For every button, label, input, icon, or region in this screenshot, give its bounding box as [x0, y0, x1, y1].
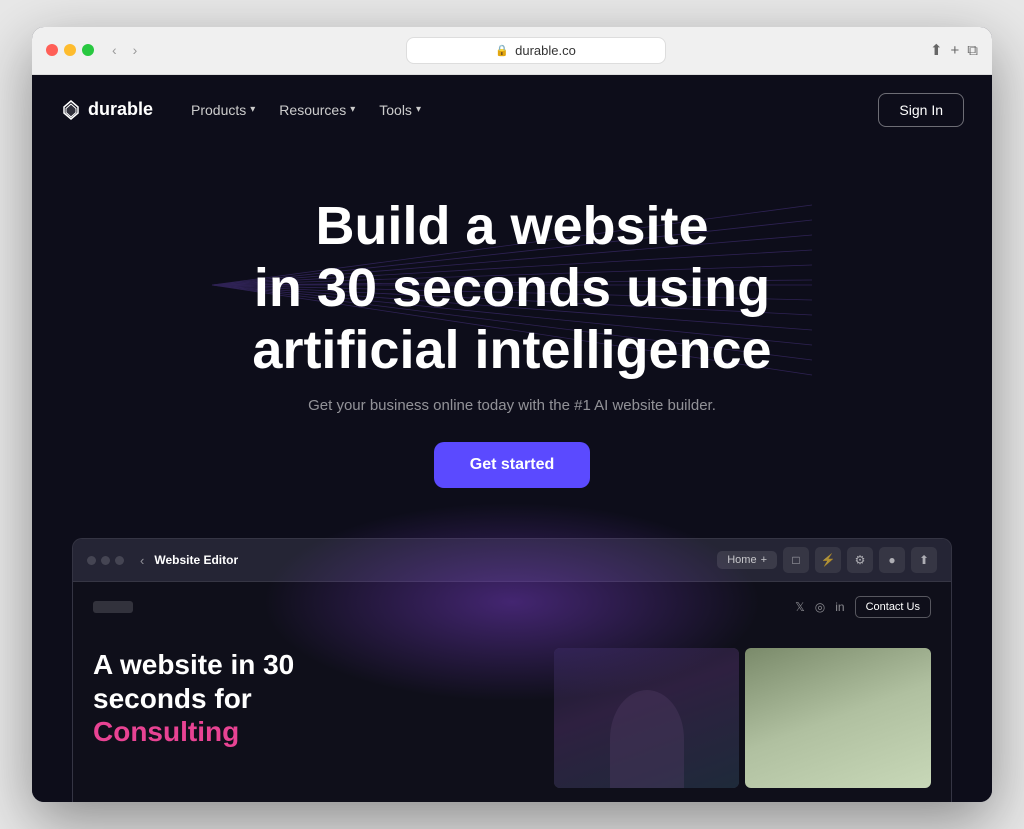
- linkedin-icon[interactable]: in: [835, 600, 844, 614]
- preview-image-2: [745, 648, 931, 788]
- preview-site-nav: 𝕏 ◎ in Contact Us: [93, 596, 931, 630]
- close-dot[interactable]: [46, 44, 58, 56]
- site-nav: durable Products ▾ Resources ▾ Tools ▾ S…: [32, 75, 992, 145]
- preview-hero-text: A website in 30 seconds for Consulting: [93, 648, 538, 749]
- preview-lightning-icon[interactable]: ⚡: [815, 547, 841, 573]
- address-bar[interactable]: 🔒 durable.co: [406, 37, 666, 64]
- preview-dot-3: [115, 556, 124, 565]
- preview-dot-1: [87, 556, 96, 565]
- forward-button[interactable]: ›: [129, 40, 142, 60]
- sign-in-button[interactable]: Sign In: [878, 93, 964, 127]
- preview-site-logo: [93, 601, 133, 613]
- preview-hero-highlight: Consulting: [93, 716, 239, 747]
- preview-settings-icon[interactable]: ⚙: [847, 547, 873, 573]
- chevron-down-icon: ▾: [350, 104, 355, 115]
- lock-icon: 🔒: [495, 44, 509, 57]
- browser-nav: ‹ ›: [108, 40, 141, 60]
- back-button[interactable]: ‹: [108, 40, 121, 60]
- get-started-button[interactable]: Get started: [434, 442, 590, 488]
- minimize-dot[interactable]: [64, 44, 76, 56]
- logo[interactable]: durable: [60, 99, 153, 121]
- preview-dot-2: [101, 556, 110, 565]
- preview-export-icon[interactable]: ⬆: [911, 547, 937, 573]
- preview-user-icon[interactable]: ●: [879, 547, 905, 573]
- contact-us-button[interactable]: Contact Us: [855, 596, 931, 618]
- chevron-down-icon: ▾: [416, 104, 421, 115]
- address-bar-container: 🔒 durable.co: [151, 37, 920, 64]
- preview-image-1: [554, 648, 740, 788]
- nav-links: Products ▾ Resources ▾ Tools ▾: [181, 96, 431, 124]
- new-tab-button[interactable]: +: [951, 42, 960, 59]
- preview-editor-title: Website Editor: [154, 553, 238, 567]
- share-button[interactable]: ⬆: [930, 41, 943, 59]
- nav-products[interactable]: Products ▾: [181, 96, 265, 124]
- hero-subtitle: Get your business online today with the …: [52, 397, 972, 414]
- preview-hero-images: [554, 648, 931, 788]
- browser-window: ‹ › 🔒 durable.co ⬆ + ⧉: [32, 27, 992, 802]
- preview-chrome: ‹ Website Editor Home + □ ⚡ ⚙ ● ⬆: [73, 539, 951, 582]
- preview-dots: [87, 556, 124, 565]
- chevron-down-icon: ▾: [250, 104, 255, 115]
- preview-site: 𝕏 ◎ in Contact Us A website in 30 second…: [73, 582, 951, 802]
- url-text: durable.co: [515, 43, 576, 58]
- nav-resources[interactable]: Resources ▾: [269, 96, 365, 124]
- preview-toolbar-right: Home + □ ⚡ ⚙ ● ⬆: [717, 547, 937, 573]
- preview-monitor-icon[interactable]: □: [783, 547, 809, 573]
- preview-hero-title: A website in 30 seconds for Consulting: [93, 648, 538, 749]
- preview-tab-home[interactable]: Home +: [717, 551, 777, 569]
- copy-button[interactable]: ⧉: [967, 42, 978, 59]
- preview-site-nav-right: 𝕏 ◎ in Contact Us: [795, 596, 931, 618]
- twitter-icon[interactable]: 𝕏: [795, 600, 805, 614]
- logo-icon: [60, 99, 82, 121]
- website-content: durable Products ▾ Resources ▾ Tools ▾ S…: [32, 75, 992, 802]
- preview-window: ‹ Website Editor Home + □ ⚡ ⚙ ● ⬆: [72, 538, 952, 802]
- nav-tools[interactable]: Tools ▾: [369, 96, 431, 124]
- browser-actions: ⬆ + ⧉: [930, 41, 978, 59]
- preview-hero: A website in 30 seconds for Consulting: [93, 638, 931, 788]
- hero-title: Build a website in 30 seconds using arti…: [52, 195, 972, 381]
- preview-back-icon[interactable]: ‹: [140, 553, 144, 568]
- maximize-dot[interactable]: [82, 44, 94, 56]
- hero-section: Build a website in 30 seconds using arti…: [32, 145, 992, 518]
- browser-chrome: ‹ › 🔒 durable.co ⬆ + ⧉: [32, 27, 992, 75]
- logo-text: durable: [88, 99, 153, 120]
- browser-dots: [46, 44, 94, 56]
- instagram-icon[interactable]: ◎: [815, 600, 825, 614]
